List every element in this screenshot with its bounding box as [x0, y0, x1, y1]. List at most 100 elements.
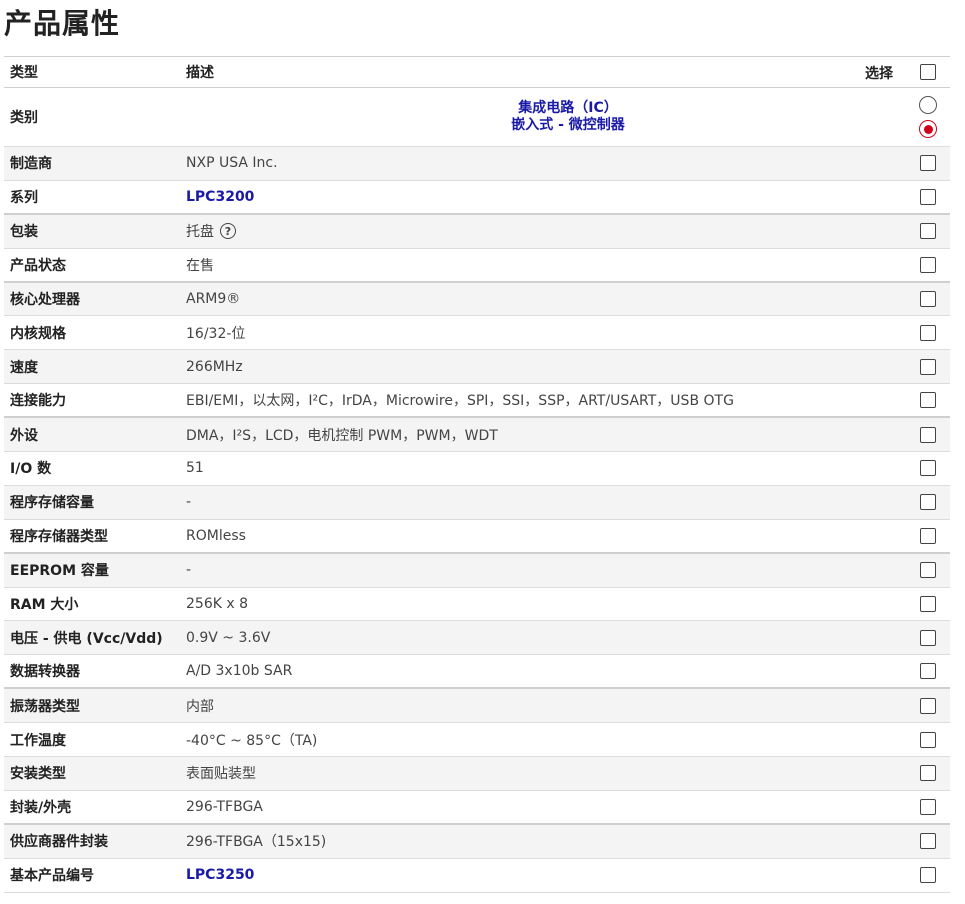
row-desc: 在售 [186, 257, 214, 274]
select-all-checkbox[interactable] [920, 64, 936, 80]
row-type: 核心处理器 [10, 292, 80, 308]
product-attributes-table: 类型 描述 选择 类别 集成电路（IC） 嵌入式 - 微控制器 制造商 NXP … [4, 56, 950, 893]
table-row-operating-temperature: 工作温度 -40°C ~ 85°C（TA) [4, 723, 950, 758]
row-checkbox[interactable] [920, 426, 936, 443]
header-description: 描述 [186, 65, 214, 81]
row-checkbox[interactable] [920, 562, 936, 579]
table-row-speed: 速度 266MHz [4, 350, 950, 385]
row-type: I/O 数 [10, 461, 52, 478]
table-row-eeprom-size: EEPROM 容量 - [4, 553, 950, 588]
table-row-category: 类别 集成电路（IC） 嵌入式 - 微控制器 [4, 88, 950, 147]
row-checkbox[interactable] [920, 460, 936, 477]
row-checkbox[interactable] [920, 867, 936, 884]
row-checkbox[interactable] [920, 629, 936, 646]
table-row-mounting-type: 安装类型 表面贴装型 [4, 757, 950, 791]
row-checkbox[interactable] [920, 291, 936, 307]
table-row-manufacturer: 制造商 NXP USA Inc. [4, 147, 950, 181]
row-checkbox[interactable] [920, 494, 936, 511]
row-type: 数据转换器 [10, 664, 80, 681]
row-type: 封装/外壳 [10, 799, 72, 816]
row-type: 振荡器类型 [10, 698, 80, 715]
row-desc: - [186, 562, 192, 579]
row-checkbox[interactable] [920, 155, 936, 172]
table-row-core-size: 内核规格 16/32-位 [4, 316, 950, 351]
row-checkbox[interactable] [920, 324, 936, 341]
category-radio-group [919, 96, 937, 138]
row-desc: 托盘 [186, 224, 214, 241]
row-checkbox[interactable] [920, 798, 936, 815]
row-checkbox[interactable] [920, 765, 936, 782]
table-row-ram-size: RAM 大小 256K x 8 [4, 588, 950, 622]
category-link-ic[interactable]: 集成电路（IC） [518, 100, 617, 117]
row-type: 程序存储容量 [10, 495, 94, 512]
row-checkbox[interactable] [920, 731, 936, 748]
row-checkbox[interactable] [920, 188, 936, 205]
row-type: 基本产品编号 [10, 868, 94, 885]
row-desc: 0.9V ~ 3.6V [186, 629, 271, 646]
row-desc: 16/32-位 [186, 325, 246, 342]
row-checkbox[interactable] [920, 392, 936, 409]
row-checkbox[interactable] [920, 358, 936, 375]
table-row-base-product-number: 基本产品编号 LPC3250 [4, 859, 950, 893]
row-desc: DMA，I²S，LCD，电机控制 PWM，PWM，WDT [186, 427, 498, 444]
base-product-link[interactable]: LPC3250 [186, 867, 254, 883]
question-circle-icon[interactable]: ? [220, 223, 236, 240]
row-checkbox[interactable] [920, 223, 936, 240]
table-row-connectivity: 连接能力 EBI/EMI，以太网，I²C，IrDA，Microwire，SPI，… [4, 384, 950, 419]
table-row-core-processor: 核心处理器 ARM9® [4, 282, 950, 317]
table-row-product-status: 产品状态 在售 [4, 249, 950, 283]
row-type: 制造商 [10, 156, 52, 173]
table-row-program-memory-size: 程序存储容量 - [4, 485, 950, 520]
row-type: 程序存储器类型 [10, 528, 108, 545]
row-type: 系列 [10, 189, 38, 206]
row-desc: 表面贴装型 [186, 766, 256, 783]
table-row-packaging: 包装 托盘 ? [4, 214, 950, 249]
row-desc: A/D 3x10b SAR [186, 663, 293, 680]
table-row-io-count: I/O 数 51 [4, 452, 950, 486]
row-desc: 256K x 8 [186, 596, 248, 613]
row-desc: ARM9® [186, 291, 241, 307]
page-title: 产品属性 [4, 7, 121, 40]
row-type: EEPROM 容量 [10, 563, 109, 580]
row-checkbox[interactable] [920, 527, 936, 544]
row-type: 电压 - 供电 (Vcc/Vdd) [10, 630, 163, 647]
header-type: 类型 [10, 65, 38, 81]
row-checkbox[interactable] [920, 256, 936, 273]
table-row-voltage-supply: 电压 - 供电 (Vcc/Vdd) 0.9V ~ 3.6V [4, 621, 950, 656]
row-checkbox[interactable] [920, 596, 936, 613]
row-desc: 296-TFBGA（15x15) [186, 834, 327, 851]
category-radio-ic[interactable] [919, 96, 937, 114]
series-link[interactable]: LPC3200 [186, 189, 254, 205]
row-desc: 296-TFBGA [186, 798, 263, 815]
table-row-series: 系列 LPC3200 [4, 181, 950, 215]
row-type: 连接能力 [10, 393, 66, 410]
row-desc: NXP USA Inc. [186, 155, 278, 172]
row-desc: ROMless [186, 527, 246, 544]
row-type: 外设 [10, 427, 38, 444]
row-desc: - [186, 494, 192, 511]
row-type: 包装 [10, 224, 38, 241]
table-row-peripherals: 外设 DMA，I²S，LCD，电机控制 PWM，PWM，WDT [4, 418, 950, 453]
row-checkbox[interactable] [920, 833, 936, 850]
row-type: 安装类型 [10, 766, 66, 783]
row-type: 供应商器件封装 [10, 834, 108, 851]
header-select: 选择 [865, 66, 893, 82]
table-row-supplier-device-package: 供应商器件封装 296-TFBGA（15x15) [4, 824, 950, 859]
row-type: RAM 大小 [10, 597, 79, 614]
row-desc: 内部 [186, 698, 214, 715]
table-row-program-memory-type: 程序存储器类型 ROMless [4, 520, 950, 554]
row-checkbox[interactable] [920, 663, 936, 680]
row-type: 内核规格 [10, 325, 66, 342]
row-type: 类别 [10, 110, 38, 126]
table-row-oscillator-type: 振荡器类型 内部 [4, 689, 950, 724]
row-desc: EBI/EMI，以太网，I²C，IrDA，Microwire，SPI，SSI，S… [186, 393, 734, 410]
table-header-row: 类型 描述 选择 [4, 57, 950, 88]
table-row-data-converters: 数据转换器 A/D 3x10b SAR [4, 655, 950, 690]
row-desc: 51 [186, 460, 204, 477]
table-row-package-case: 封装/外壳 296-TFBGA [4, 791, 950, 825]
row-desc: 266MHz [186, 358, 243, 375]
category-radio-embedded-mcu[interactable] [919, 120, 937, 138]
row-checkbox[interactable] [920, 697, 936, 714]
row-type: 工作温度 [10, 732, 66, 749]
category-link-embedded-mcu[interactable]: 嵌入式 - 微控制器 [511, 117, 625, 134]
